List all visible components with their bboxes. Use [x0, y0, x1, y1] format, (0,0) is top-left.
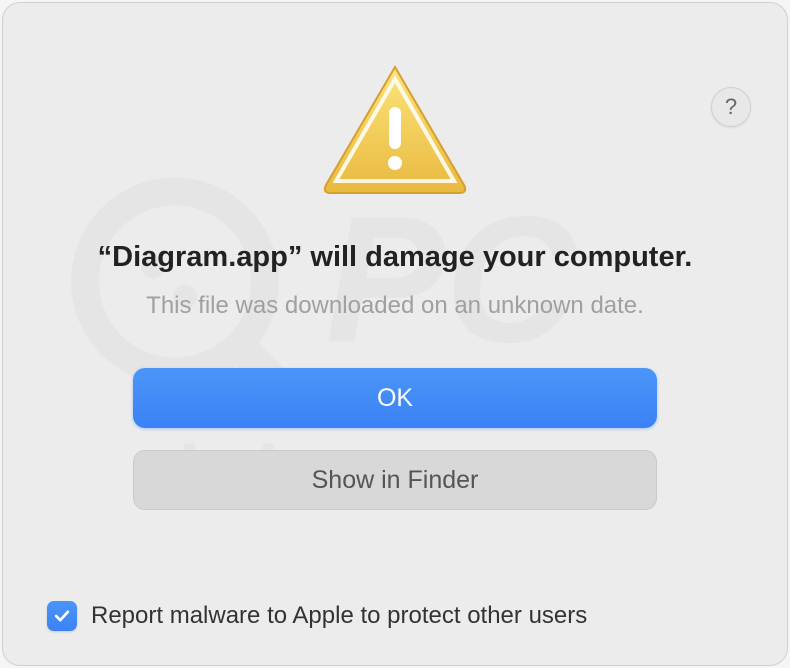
show-in-finder-button[interactable]: Show in Finder: [133, 450, 657, 510]
dialog-title: “Diagram.app” will damage your computer.: [58, 241, 733, 274]
help-button[interactable]: ?: [711, 87, 751, 127]
report-checkbox-label: Report malware to Apple to protect other…: [91, 602, 587, 630]
report-checkbox-row: Report malware to Apple to protect other…: [47, 601, 587, 631]
ok-button[interactable]: OK: [133, 368, 657, 428]
button-container: OK Show in Finder: [3, 368, 787, 510]
report-checkbox[interactable]: [47, 601, 77, 631]
warning-icon: [320, 61, 470, 201]
dialog-content: ? “Diagram.app” will damage your compute…: [3, 51, 787, 510]
help-icon: ?: [725, 94, 737, 120]
ok-button-label: OK: [377, 384, 413, 413]
gatekeeper-dialog: PC risk.com ? “Diagram.app” will: [2, 2, 788, 666]
dialog-subtitle: This file was downloaded on an unknown d…: [106, 292, 684, 320]
show-in-finder-label: Show in Finder: [312, 466, 479, 495]
checkmark-icon: [52, 606, 72, 626]
